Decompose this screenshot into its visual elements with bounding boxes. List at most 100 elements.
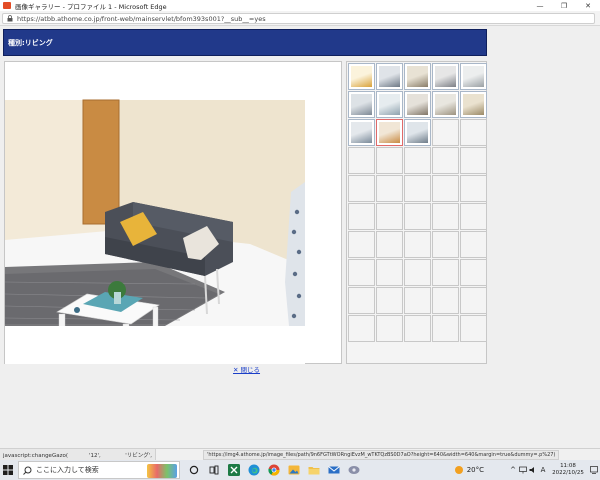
- status-bar: javascript:changeGazo( '12', 'リビング', 'ht…: [0, 448, 600, 460]
- thumbnail-image: [407, 122, 428, 143]
- category-label: 種別:リビング: [8, 38, 53, 47]
- status-link-text: javascript:changeGazo( '12', 'リビング',: [0, 449, 156, 460]
- thumbnail-empty-cell: [460, 119, 487, 146]
- thumbnail-empty-cell: [432, 175, 459, 202]
- thumbnail-kitchen[interactable]: [432, 63, 459, 90]
- volume-icon[interactable]: [528, 460, 538, 480]
- weather-sun-icon[interactable]: [454, 465, 464, 475]
- thumbnail-empty-cell: [404, 175, 431, 202]
- weather-temperature[interactable]: 20°C: [467, 466, 484, 474]
- living-room-photo: [4, 62, 305, 364]
- close-link[interactable]: ✕ 閉じる: [233, 364, 260, 374]
- window-title: 画像ギャラリー - プロファイル 1 - Microsoft Edge: [15, 2, 167, 11]
- thumbnail-empty-cell: [432, 231, 459, 258]
- url-text[interactable]: https://atbb.athome.co.jp/front-web/main…: [17, 15, 266, 23]
- file-explorer-icon[interactable]: [304, 460, 324, 480]
- thumbnail-room-window[interactable]: [404, 63, 431, 90]
- thumbnail-empty-cell: [376, 315, 403, 342]
- thumbnail-empty-cell: [348, 175, 375, 202]
- thumbnail-image: [351, 94, 372, 115]
- close-window-button[interactable]: ✕: [576, 0, 600, 11]
- thumbnail-image: [435, 94, 456, 115]
- thumbnail-image: [379, 66, 400, 87]
- taskbar: ここに入力して検索 20°C ^ A 11:08 2022/10/25: [0, 460, 600, 480]
- thumbnail-closet[interactable]: [432, 91, 459, 118]
- thumbnail-empty-cell: [460, 203, 487, 230]
- thumbnail-image: [351, 122, 372, 143]
- thumbnail-empty-cell: [404, 231, 431, 258]
- title-bar: 画像ギャラリー - プロファイル 1 - Microsoft Edge — ❐ …: [0, 0, 600, 11]
- thumbnail-corridor[interactable]: [460, 91, 487, 118]
- thumbnail-empty-cell: [404, 287, 431, 314]
- start-button[interactable]: [0, 460, 16, 480]
- clock[interactable]: 11:08 2022/10/25: [548, 460, 588, 480]
- taskbar-search[interactable]: ここに入力して検索: [18, 461, 180, 479]
- thumbnail-empty-cell: [460, 315, 487, 342]
- thumbnail-image: [407, 94, 428, 115]
- lock-icon[interactable]: [6, 15, 13, 22]
- thumbnail-empty-cell: [460, 175, 487, 202]
- system-tray: 20°C ^ A 11:08 2022/10/25: [454, 460, 600, 480]
- photos-icon[interactable]: [284, 460, 304, 480]
- thumbnail-hallway[interactable]: [348, 91, 375, 118]
- thumbnail-empty-cell: [376, 147, 403, 174]
- cortana-icon[interactable]: [184, 460, 204, 480]
- excel-icon[interactable]: [224, 460, 244, 480]
- ime-indicator[interactable]: A: [538, 460, 548, 480]
- thumbnail-empty-cell: [404, 147, 431, 174]
- thumbnail-empty-cell: [348, 287, 375, 314]
- thumbnail-kitchen-light[interactable]: [460, 63, 487, 90]
- thumbnail-image: [407, 66, 428, 87]
- thumbnail-empty-cell: [348, 203, 375, 230]
- taskbar-apps: [184, 460, 364, 480]
- thumbnail-empty-cell: [348, 147, 375, 174]
- thumbnail-empty-cell: [432, 203, 459, 230]
- media-app-icon[interactable]: [344, 460, 364, 480]
- thumbnail-grid: [346, 61, 487, 364]
- thumbnail-room-door[interactable]: [376, 63, 403, 90]
- status-url-tooltip: 'https://img4.athome.jp/image_files/path…: [203, 450, 560, 460]
- edge-icon[interactable]: [244, 460, 264, 480]
- category-header: 種別:リビング: [3, 29, 487, 56]
- clock-date: 2022/10/25: [552, 470, 584, 476]
- thumbnail-image: [351, 66, 372, 87]
- thumbnail-image: [463, 66, 484, 87]
- thumbnail-empty-cell: [376, 259, 403, 286]
- thumbnail-empty-cell: [460, 259, 487, 286]
- thumbnail-living-sofa[interactable]: [376, 119, 403, 146]
- windows-logo-icon: [3, 465, 13, 475]
- thumbnail-empty-cell: [432, 119, 459, 146]
- gallery-app-icon: [3, 2, 11, 9]
- search-icon: [23, 466, 32, 475]
- task-view-icon[interactable]: [204, 460, 224, 480]
- clock-time: 11:08: [560, 463, 576, 469]
- chrome-icon[interactable]: [264, 460, 284, 480]
- window-controls: — ❐ ✕: [528, 0, 600, 11]
- thumbnail-empty-cell: [376, 175, 403, 202]
- thumbnail-bathroom[interactable]: [376, 91, 403, 118]
- thumbnail-empty-cell: [376, 287, 403, 314]
- notification-icon[interactable]: [588, 460, 600, 480]
- thumbnail-wardrobe[interactable]: [404, 119, 431, 146]
- minimize-button[interactable]: —: [528, 0, 552, 11]
- thumbnail-empty-cell: [348, 315, 375, 342]
- restore-button[interactable]: ❐: [552, 0, 576, 11]
- thumbnail-image: [379, 122, 400, 143]
- thumbnail-empty-cell: [432, 315, 459, 342]
- thumbnail-empty-cell: [432, 287, 459, 314]
- thumbnail-empty-cell: [432, 259, 459, 286]
- thumbnail-gold-panel[interactable]: [348, 63, 375, 90]
- thumbnail-empty-cell: [376, 231, 403, 258]
- thumbnail-entrance[interactable]: [404, 91, 431, 118]
- thumbnail-empty-cell: [460, 231, 487, 258]
- thumbnail-empty-cell: [404, 259, 431, 286]
- url-field[interactable]: https://atbb.athome.co.jp/front-web/main…: [2, 13, 595, 24]
- chevron-up-icon[interactable]: ^: [508, 460, 518, 480]
- page-viewport: 種別:リビング ✕ 閉じる: [0, 27, 600, 448]
- mail-icon[interactable]: [324, 460, 344, 480]
- thumbnail-bedroom[interactable]: [348, 119, 375, 146]
- network-icon[interactable]: [518, 460, 528, 480]
- thumbnail-empty-cell: [460, 147, 487, 174]
- thumbnail-image: [435, 66, 456, 87]
- search-highlight-image[interactable]: [147, 464, 177, 478]
